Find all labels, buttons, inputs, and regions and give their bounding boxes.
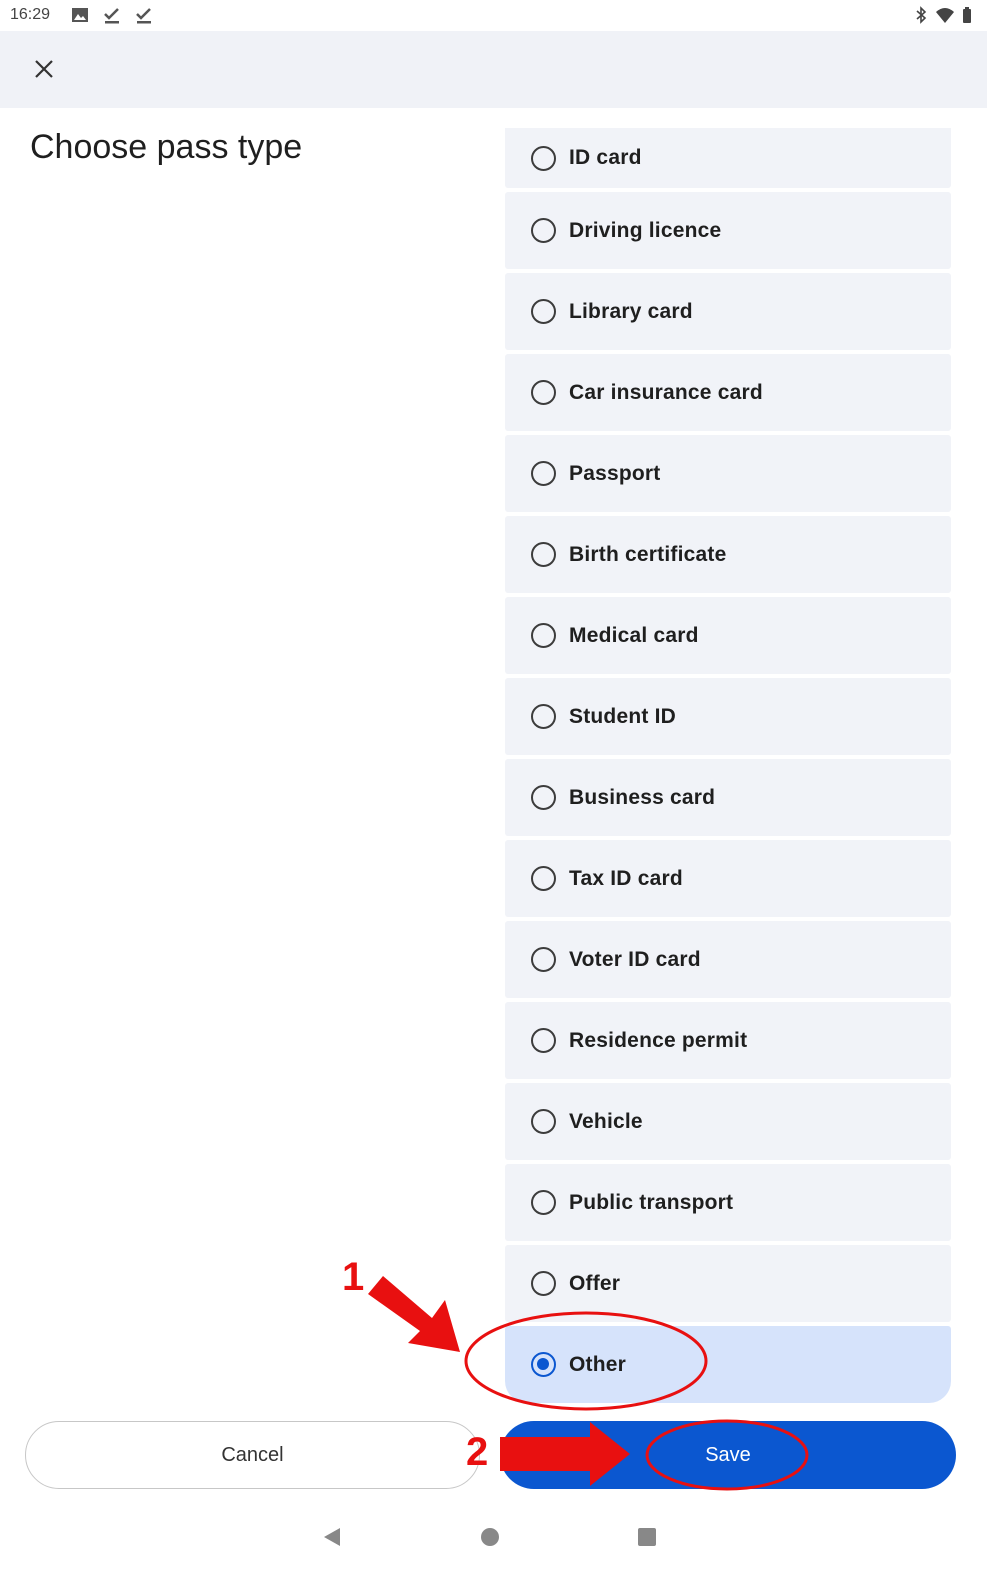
pass-type-label: Voter ID card bbox=[569, 947, 701, 971]
recents-icon[interactable] bbox=[638, 1528, 656, 1546]
pass-type-option[interactable]: Student ID bbox=[505, 678, 951, 755]
pass-type-option[interactable]: Vehicle bbox=[505, 1083, 951, 1160]
pass-type-label: Vehicle bbox=[569, 1109, 643, 1133]
pass-type-label: Offer bbox=[569, 1271, 621, 1295]
status-bar: 16:29 bbox=[0, 0, 987, 31]
pass-type-label: Medical card bbox=[569, 623, 699, 647]
radio-unselected-icon[interactable] bbox=[531, 785, 556, 810]
pass-type-label: Passport bbox=[569, 461, 661, 485]
image-icon bbox=[72, 8, 88, 22]
pass-type-label: Business card bbox=[569, 785, 716, 809]
radio-unselected-icon[interactable] bbox=[531, 1109, 556, 1134]
pass-type-option[interactable]: Public transport bbox=[505, 1164, 951, 1241]
save-button[interactable]: Save bbox=[500, 1421, 956, 1489]
page-title: Choose pass type bbox=[30, 128, 303, 166]
pass-type-option[interactable]: Car insurance card bbox=[505, 354, 951, 431]
back-icon[interactable] bbox=[322, 1526, 342, 1548]
pass-type-option[interactable]: Passport bbox=[505, 435, 951, 512]
status-icons-left bbox=[70, 5, 154, 25]
pass-type-label: Public transport bbox=[569, 1190, 734, 1214]
system-nav-bar bbox=[0, 1510, 987, 1580]
download-done-icon bbox=[104, 8, 119, 24]
top-app-bar bbox=[0, 31, 987, 108]
pass-type-label: Birth certificate bbox=[569, 542, 727, 566]
status-icons-right bbox=[911, 5, 979, 25]
radio-selected-icon[interactable] bbox=[531, 1352, 556, 1377]
pass-type-list: ID card Driving licence Library card Car in… bbox=[505, 128, 951, 1407]
status-time: 16:29 bbox=[10, 6, 51, 23]
radio-unselected-icon[interactable] bbox=[531, 623, 556, 648]
close-button[interactable] bbox=[24, 49, 64, 89]
radio-unselected-icon[interactable] bbox=[531, 218, 556, 243]
annotation-step-2: 2 bbox=[466, 1430, 489, 1474]
radio-unselected-icon[interactable] bbox=[531, 1190, 556, 1215]
pass-type-option[interactable]: Driving licence bbox=[505, 192, 951, 269]
radio-unselected-icon[interactable] bbox=[531, 947, 556, 972]
home-icon[interactable] bbox=[481, 1528, 499, 1546]
radio-unselected-icon[interactable] bbox=[531, 866, 556, 891]
bluetooth-icon bbox=[916, 6, 927, 24]
radio-unselected-icon[interactable] bbox=[531, 461, 556, 486]
pass-type-label: Other bbox=[569, 1352, 627, 1376]
pass-type-option[interactable]: Offer bbox=[505, 1245, 951, 1322]
pass-type-option[interactable]: Other bbox=[505, 1326, 951, 1403]
radio-unselected-icon[interactable] bbox=[531, 542, 556, 567]
radio-unselected-icon[interactable] bbox=[531, 704, 556, 729]
pass-type-label: Student ID bbox=[569, 704, 676, 728]
pass-type-option[interactable]: Business card bbox=[505, 759, 951, 836]
wifi-icon bbox=[936, 8, 954, 23]
pass-type-option[interactable]: Voter ID card bbox=[505, 921, 951, 998]
radio-unselected-icon[interactable] bbox=[531, 380, 556, 405]
pass-type-option[interactable]: Birth certificate bbox=[505, 516, 951, 593]
radio-unselected-icon[interactable] bbox=[531, 1271, 556, 1296]
pass-type-label: Residence permit bbox=[569, 1028, 748, 1052]
pass-type-option[interactable]: Medical card bbox=[505, 597, 951, 674]
pass-type-label: Car insurance card bbox=[569, 380, 763, 404]
download-done-icon bbox=[136, 8, 151, 24]
pass-type-label: ID card bbox=[569, 146, 642, 169]
close-icon bbox=[35, 60, 53, 78]
battery-icon bbox=[963, 7, 971, 23]
pass-type-option[interactable]: Library card bbox=[505, 273, 951, 350]
annotation-arrow-1 bbox=[368, 1276, 460, 1352]
radio-unselected-icon[interactable] bbox=[531, 1028, 556, 1053]
pass-type-label: Library card bbox=[569, 299, 693, 323]
pass-type-option[interactable]: Tax ID card bbox=[505, 840, 951, 917]
radio-unselected-icon[interactable] bbox=[531, 299, 556, 324]
radio-unselected-icon[interactable] bbox=[531, 145, 556, 171]
pass-type-option[interactable]: ID card bbox=[505, 128, 951, 188]
cancel-button[interactable]: Cancel bbox=[25, 1421, 480, 1489]
pass-type-option[interactable]: Residence permit bbox=[505, 1002, 951, 1079]
pass-type-label: Driving licence bbox=[569, 218, 722, 242]
pass-type-label: Tax ID card bbox=[569, 866, 683, 890]
annotation-step-1: 1 bbox=[342, 1255, 365, 1299]
